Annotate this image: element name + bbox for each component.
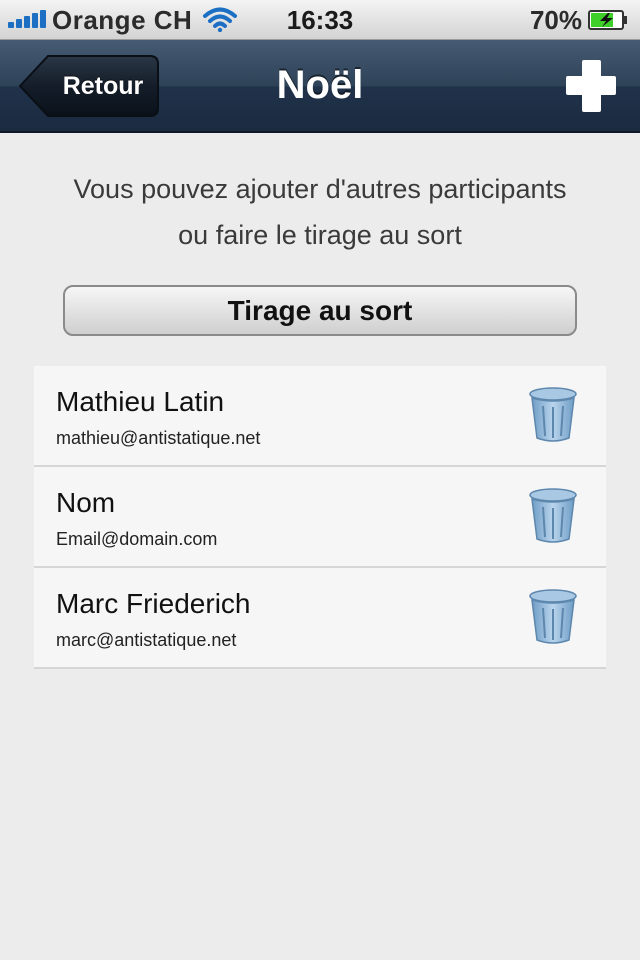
participant-list: Mathieu Latin mathieu@antistatique.net N…	[34, 366, 606, 669]
trash-icon[interactable]	[528, 487, 578, 543]
back-button-label: Retour	[62, 72, 144, 100]
status-bar: Orange CH 16:33 70%	[0, 0, 640, 40]
page-title: Noël	[276, 63, 364, 107]
participant-name: Nom	[56, 487, 116, 518]
participant-email: mathieu@antistatique.net	[56, 428, 261, 448]
battery-charging-icon	[588, 10, 627, 30]
instructions-line-2: ou faire le tirage au sort	[178, 220, 462, 250]
navigation-bar: Retour Noël	[0, 40, 640, 133]
participant-name: Mathieu Latin	[56, 386, 225, 417]
back-button[interactable]: Retour	[18, 54, 160, 118]
trash-icon[interactable]	[528, 386, 578, 442]
participant-row[interactable]: Marc Friederich marc@antistatique.net	[34, 568, 606, 669]
trash-icon[interactable]	[528, 588, 578, 644]
participant-name: Marc Friederich	[56, 588, 251, 619]
participant-row[interactable]: Mathieu Latin mathieu@antistatique.net	[34, 366, 606, 467]
participant-row[interactable]: Nom Email@domain.com	[34, 467, 606, 568]
participant-email: Email@domain.com	[56, 529, 218, 549]
draw-lots-button[interactable]: Tirage au sort	[63, 285, 577, 336]
add-participant-button[interactable]	[566, 60, 616, 112]
battery-percent: 70%	[529, 5, 582, 35]
instructions-line-1: Vous pouvez ajouter d'autres participant…	[73, 174, 567, 204]
instructions-text: Vous pouvez ajouter d'autres participant…	[0, 166, 640, 258]
participant-email: marc@antistatique.net	[56, 630, 237, 650]
